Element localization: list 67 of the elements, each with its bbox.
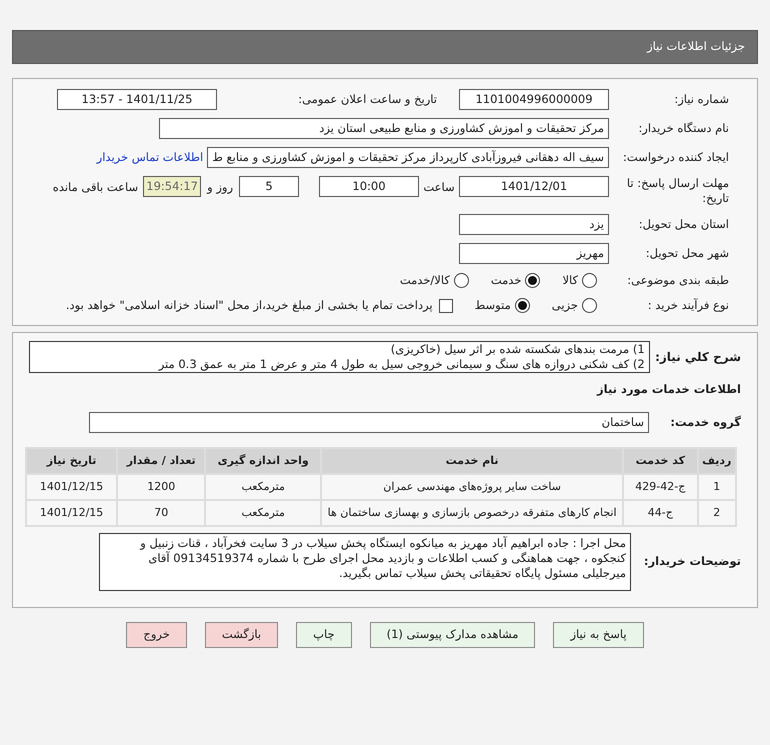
radio-button[interactable] (514, 298, 530, 314)
action-button[interactable]: پاسخ به نیاز (553, 622, 644, 648)
radio-label: خدمت (490, 272, 522, 289)
column-header: ردیف (698, 448, 735, 473)
field-label: روز و (207, 179, 233, 196)
buyer-contact-link[interactable]: اطلاعات تماس خریدار (96, 148, 204, 166)
table-cell: مترمکعب (206, 500, 320, 525)
table-cell: مترمکعب (206, 474, 320, 499)
description-label: شرح کلي نياز: (654, 348, 741, 366)
city-field: مهریز (459, 243, 609, 264)
field-label: ایجاد کننده درخواست: (622, 148, 729, 166)
column-header: تاریخ نیاز (27, 448, 116, 473)
table-cell: 1200 (118, 474, 204, 499)
remaining-time-field: 19:54:17 (143, 176, 202, 197)
deadline-date-field: 1401/12/01 (459, 176, 609, 197)
description-line: 2) کف شکنی دروازه های سنگ و سیمانی خروجی سیل به طول 4 متر و عرض 1 متر به عمق 0.3 متر (157, 356, 645, 372)
table-cell: 70 (118, 500, 204, 525)
section-title: اطلاعات خدمات مورد نیاز (596, 380, 741, 398)
field-label: استان محل تحویل: (638, 216, 729, 233)
field-label: مهلت ارسال پاسخ: تا تاریخ: (626, 176, 729, 206)
radio-button[interactable] (525, 273, 540, 288)
field-label: طبقه بندی موضوعی: (626, 272, 729, 289)
action-button[interactable]: چاپ (296, 622, 352, 648)
field-label: ساعت باقی مانده (52, 179, 138, 196)
field-label: تاریخ و ساعت اعلان عمومی: (297, 90, 437, 108)
field-label: ساعت (422, 179, 456, 196)
field-label: نام دستگاه خریدار: (637, 120, 729, 137)
checkbox-label: پرداخت تمام یا بخشی از مبلغ خرید،از محل "اسناد خزانه اسلامی" خواهد بود. (66, 297, 433, 314)
table-cell: 1401/12/15 (27, 500, 116, 525)
column-header: تعداد / مقدار (118, 448, 204, 473)
field-label: نوع فرآیند خرید : (646, 297, 729, 314)
service-group-field: ساختمان (89, 412, 649, 433)
deadline-time-field: 10:00 (319, 176, 419, 197)
radio-button[interactable] (582, 298, 597, 314)
need-number-field: 1101004996000009 (459, 89, 609, 110)
buyer-org-field: مرکز تحقیقات و اموزش کشاورزی و منابع طبیعی استان یزد (159, 118, 609, 139)
action-button[interactable]: مشاهده مدارک پیوستی (1) (370, 622, 536, 648)
requester-field: سیف اله دهقانی فیروزآبادی کارپرداز مرکز تحقیقات و اموزش کشاورزی و منابع ط (207, 147, 609, 168)
buyer-notes-label: توضیحات خریدار: (642, 553, 741, 570)
field-label: شهر محل تحویل: (644, 244, 729, 262)
table-cell: 1401/12/15 (27, 474, 116, 499)
column-header: نام خدمت (322, 448, 622, 473)
table-cell: 1 (698, 474, 735, 499)
action-button[interactable]: بازگشت (204, 622, 278, 648)
announce-date-field: 1401/11/25 - 13:57 (57, 89, 217, 110)
action-button[interactable]: خروج (126, 622, 187, 648)
radio-label: متوسط (474, 297, 511, 314)
service-group-label: گروه خدمت: (669, 414, 741, 431)
radio-label: جزیی (552, 297, 578, 314)
header-title: جزئیات اطلاعات نیاز (647, 38, 745, 56)
province-field: یزد (459, 214, 609, 235)
table-cell: ساخت سایر پروژه‌های مهندسی عمران (322, 474, 622, 499)
radio-button[interactable] (454, 273, 469, 288)
description-line: 1) مرمت بندهای شکسته شده بر اثر سیل (خاکریزی) (390, 342, 645, 356)
buyer-notes-box: محل اجرا : جاده ابراهیم آباد مهریز به میانکوه ایستگاه پخش سیلاب در 3 سایت فخرآباد ، قنات زنبیل و کنجکوه ، جهت هماهنگی و کسب اطلاعات و بازدید محل اجرای طرح با شماره 09134519374 آقای میرجلیلی مسئول پایگاه تحقیقاتی پخش سیلاب تماس بگیرید. (99, 532, 631, 591)
days-field: 5 (239, 176, 299, 197)
table-cell: انجام کارهای متفرقه درخصوص بازسازی و بهسازی ساختمان ها (322, 500, 622, 525)
field-label: شماره نیاز: (673, 90, 729, 108)
table-cell: 2 (698, 500, 735, 525)
table-cell: ج-44 (624, 500, 697, 525)
table-cell: ج-42-429 (624, 474, 697, 499)
radio-label: کالا/خدمت (400, 272, 450, 289)
radio-button[interactable] (582, 273, 597, 288)
column-header: واحد اندازه گیری (206, 448, 320, 473)
checkbox[interactable] (438, 298, 453, 313)
radio-label: کالا (562, 272, 578, 289)
column-header: کد خدمت (624, 448, 697, 473)
